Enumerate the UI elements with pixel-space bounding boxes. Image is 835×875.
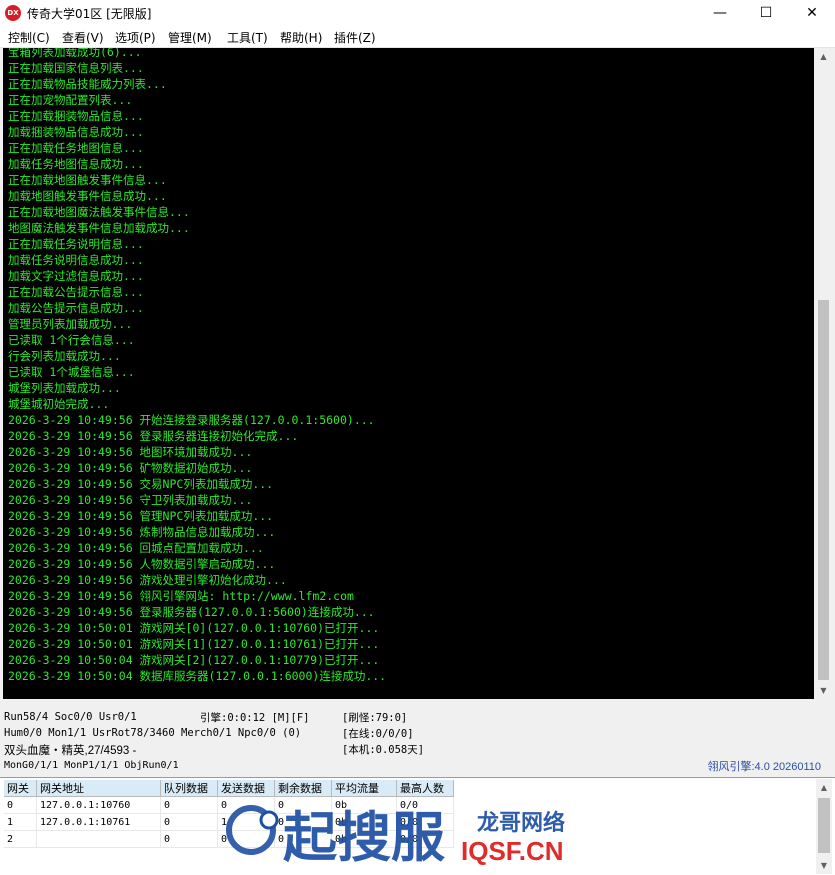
log-line: 加载任务地图信息成功... [8, 157, 144, 171]
cell: 0 [160, 830, 218, 848]
watermark-domain: IQSF.CN [461, 836, 564, 866]
log-line: 2026-3-29 10:49:56 交易NPC列表加载成功... [8, 477, 274, 491]
log-line: 正在加载捆装物品信息... [8, 109, 144, 123]
menu-control[interactable]: 控制(C) [8, 29, 50, 46]
log-line: 正在加载任务地图信息... [8, 141, 144, 155]
close-button[interactable]: ✕ [789, 0, 835, 27]
log-line: 加载任务说明信息成功... [8, 253, 144, 267]
run-status: Run58/4 Soc0/0 Usr0/1 [4, 711, 137, 723]
col-address[interactable]: 网关地址 [36, 780, 161, 797]
log-line: 2026-3-29 10:49:56 守卫列表加载成功... [8, 493, 253, 507]
log-line: 正在加载任务说明信息... [8, 237, 144, 251]
watermark-sub: 龙哥网络 [477, 810, 565, 836]
log-line: 2026-3-29 10:49:56 管理NPC列表加载成功... [8, 509, 274, 523]
mon-status: MonG0/1/1 MonP1/1/1 ObjRun0/1 [4, 760, 179, 771]
log-line: 加载文字过滤信息成功... [8, 269, 144, 283]
log-line: 2026-3-29 10:49:56 游戏处理引擎初始化成功... [8, 573, 287, 587]
log-line: 正在加载国家信息列表... [8, 61, 144, 75]
watermark-dot-icon [259, 810, 279, 830]
log-line: 正在加载公告提示信息... [8, 285, 144, 299]
cell: 1 [4, 813, 37, 831]
menu-manage[interactable]: 管理(M) [168, 29, 212, 46]
log-line: 地图魔法触发事件信息加载成功... [8, 221, 190, 235]
engine-status: 引擎:0:0:12 [M][F] [200, 712, 310, 724]
log-line: 管理员列表加载成功... [8, 317, 133, 331]
boss-status: 双头血魔・精英,27/4593 - [4, 745, 137, 757]
log-console[interactable]: 宝箱列表加载成功(6)... 正在加载国家信息列表... 正在加载物品技能威力列表.… [3, 48, 814, 699]
col-gateway[interactable]: 网关 [4, 780, 37, 797]
cell: 0 [160, 813, 218, 831]
maximize-button[interactable]: ☐ [743, 0, 789, 27]
log-scroll-thumb[interactable] [818, 300, 829, 680]
log-scrollbar[interactable]: ▲ ▼ [815, 48, 832, 699]
log-line: 正在加载地图魔法触发事件信息... [8, 205, 190, 219]
log-line: 正在加载物品技能威力列表... [8, 77, 167, 91]
log-line: 已读取 1个行会信息... [8, 333, 135, 347]
cell: 127.0.0.1:10760 [36, 796, 161, 814]
log-line: 2026-3-29 10:49:56 回城点配置加载成功... [8, 541, 264, 555]
log-line: 2026-3-29 10:49:56 开始连接登录服务器(127.0.0.1:5… [8, 413, 375, 427]
log-line: 加载地图触发事件信息成功... [8, 189, 167, 203]
log-line: 已读取 1个城堡信息... [8, 365, 135, 379]
menu-view[interactable]: 查看(V) [62, 29, 104, 46]
watermark-logo: 起搜服 龙哥网络 IQSF.CN [226, 805, 565, 868]
log-line: 2026-3-29 10:50:01 游戏网关[1](127.0.0.1:107… [8, 637, 380, 651]
col-queue[interactable]: 队列数据 [160, 780, 218, 797]
menu-options[interactable]: 选项(P) [115, 29, 156, 46]
log-line: 加载公告提示信息成功... [8, 301, 144, 315]
menu-help[interactable]: 帮助(H) [280, 29, 322, 46]
log-line: 2026-3-29 10:49:56 地图环境加载成功... [8, 445, 253, 459]
log-line: 2026-3-29 10:49:56 炼制物品信息加载成功... [8, 525, 276, 539]
grid-scroll-up-icon[interactable]: ▲ [816, 779, 832, 796]
cell: 0 [4, 796, 37, 814]
log-line: 2026-3-29 10:49:56 人物数据引擎启动成功... [8, 557, 276, 571]
log-line: 城堡列表加载成功... [8, 381, 121, 395]
grid-scroll-down-icon[interactable]: ▼ [816, 857, 832, 874]
watermark-brand: 起搜服 [283, 806, 445, 868]
local-status: [本机:0.058天] [342, 744, 425, 756]
cell: 127.0.0.1:10761 [36, 813, 161, 831]
log-line: 2026-3-29 10:49:56 登录服务器连接初始化完成... [8, 429, 299, 443]
menu-plugins[interactable]: 插件(Z) [334, 29, 376, 46]
log-line: 2026-3-29 10:50:01 游戏网关[0](127.0.0.1:107… [8, 621, 380, 635]
grid-scrollbar[interactable]: ▲ ▼ [816, 779, 832, 874]
window-title: 传奇大学01区 [无限版] [27, 7, 152, 21]
menu-bar: 控制(C) 查看(V) 选项(P) 管理(M) 工具(T) 帮助(H) 插件(Z… [0, 27, 835, 48]
log-line: 2026-3-29 10:49:56 登录服务器(127.0.0.1:5600)… [8, 605, 375, 619]
online-status: [在线:0/0/0] [342, 728, 414, 740]
minimize-button[interactable]: — [697, 0, 743, 27]
grid-scroll-thumb[interactable] [818, 798, 830, 853]
scroll-up-icon[interactable]: ▲ [815, 48, 832, 65]
menu-tools[interactable]: 工具(T) [227, 29, 268, 46]
log-line: 正在加载地图触发事件信息... [8, 173, 167, 187]
log-line: 2026-3-29 10:50:04 游戏网关[2](127.0.0.1:107… [8, 653, 380, 667]
refresh-status: [刷怪:79:0] [342, 712, 408, 724]
app-icon[interactable]: DX [5, 5, 21, 21]
log-line: 正在加宠物配置列表... [8, 93, 133, 107]
log-line: 2026-3-29 10:49:56 翎风引擎网站: http://www.lf… [8, 589, 354, 603]
log-line: 宝箱列表加载成功(6)... [8, 48, 142, 59]
col-sent[interactable]: 发送数据 [217, 780, 275, 797]
hum-status: Hum0/0 Mon1/1 UsrRot78/3460 Merch0/1 Npc… [4, 727, 302, 739]
col-avg-flow[interactable]: 平均流量 [331, 780, 397, 797]
cell [36, 830, 161, 848]
col-remain[interactable]: 剩余数据 [274, 780, 332, 797]
engine-version: 翎风引擎:4.0 20260110 [707, 761, 821, 773]
log-line: 城堡城初始完成... [8, 397, 110, 411]
table-header-row: 网关 网关地址 队列数据 发送数据 剩余数据 平均流量 最高人数 [4, 780, 454, 797]
log-line: 加载捆装物品信息成功... [8, 125, 144, 139]
col-max-users[interactable]: 最高人数 [396, 780, 454, 797]
log-line: 2026-3-29 10:50:04 数据库服务器(127.0.0.1:6000… [8, 669, 387, 683]
log-line: 行会列表加载成功... [8, 349, 121, 363]
cell: 2 [4, 830, 37, 848]
scroll-down-icon[interactable]: ▼ [815, 682, 832, 699]
title-bar: DX 传奇大学01区 [无限版] — ☐ ✕ [0, 0, 835, 27]
log-lines: 宝箱列表加载成功(6)... 正在加载国家信息列表... 正在加载物品技能威力列表.… [8, 48, 386, 684]
log-line: 2026-3-29 10:49:56 矿物数据初始成功... [8, 461, 253, 475]
cell: 0 [160, 796, 218, 814]
status-panel: Run58/4 Soc0/0 Usr0/1 引擎:0:0:12 [M][F] [… [0, 700, 835, 776]
